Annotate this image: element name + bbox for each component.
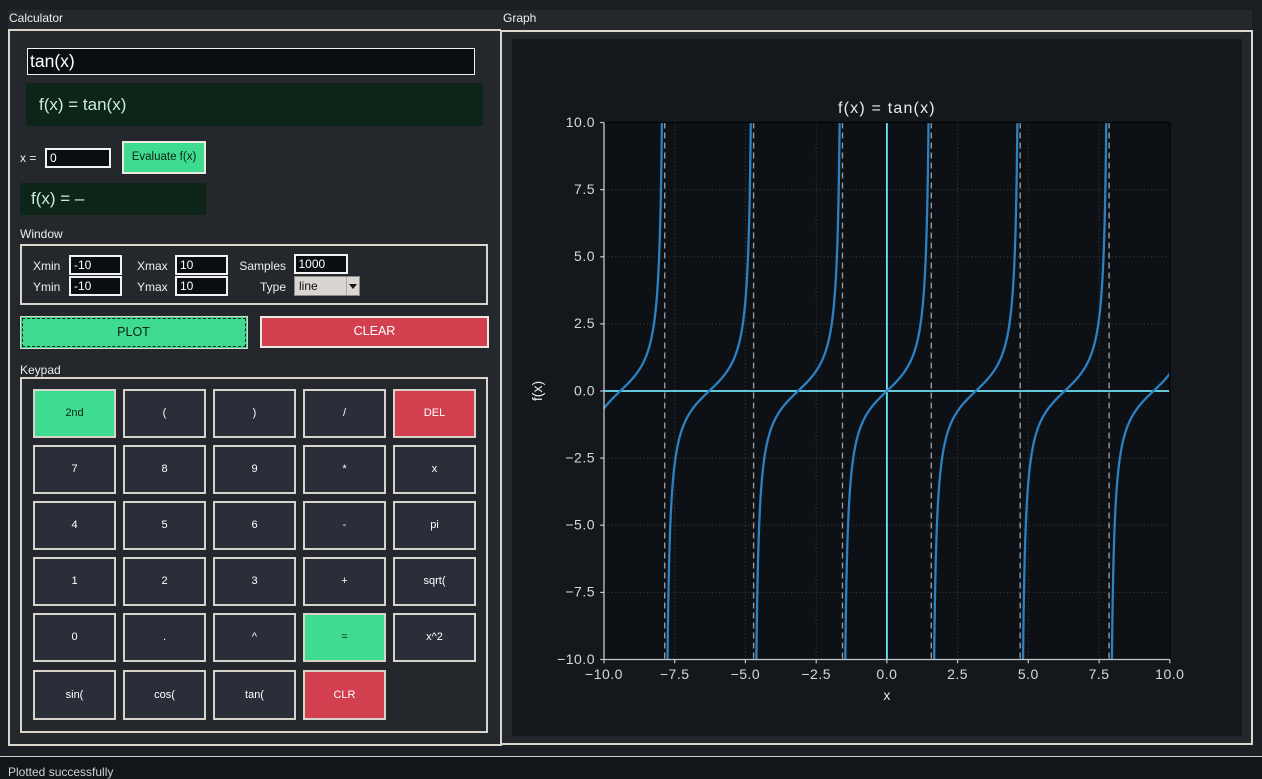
svg-text:f(x) = tan(x): f(x) = tan(x) xyxy=(838,100,936,117)
svg-text:−7.5: −7.5 xyxy=(565,584,595,600)
svg-text:−10.0: −10.0 xyxy=(585,666,623,682)
svg-text:0.0: 0.0 xyxy=(574,382,595,398)
svg-text:0.0: 0.0 xyxy=(876,666,897,682)
svg-text:7.5: 7.5 xyxy=(1089,666,1110,682)
svg-text:f(x): f(x) xyxy=(529,381,545,401)
svg-text:7.5: 7.5 xyxy=(574,181,595,197)
svg-text:−2.5: −2.5 xyxy=(565,449,595,465)
svg-text:−5.0: −5.0 xyxy=(731,666,761,682)
svg-text:−5.0: −5.0 xyxy=(565,517,595,533)
svg-text:−2.5: −2.5 xyxy=(801,666,831,682)
svg-text:5.0: 5.0 xyxy=(1018,666,1039,682)
svg-text:−7.5: −7.5 xyxy=(660,666,690,682)
svg-text:2.5: 2.5 xyxy=(947,666,968,682)
svg-text:5.0: 5.0 xyxy=(574,248,595,264)
svg-text:10.0: 10.0 xyxy=(566,114,595,130)
svg-text:−10.0: −10.0 xyxy=(557,651,595,667)
svg-text:10.0: 10.0 xyxy=(1155,666,1184,682)
svg-text:2.5: 2.5 xyxy=(574,315,595,331)
svg-text:x: x xyxy=(883,687,890,703)
